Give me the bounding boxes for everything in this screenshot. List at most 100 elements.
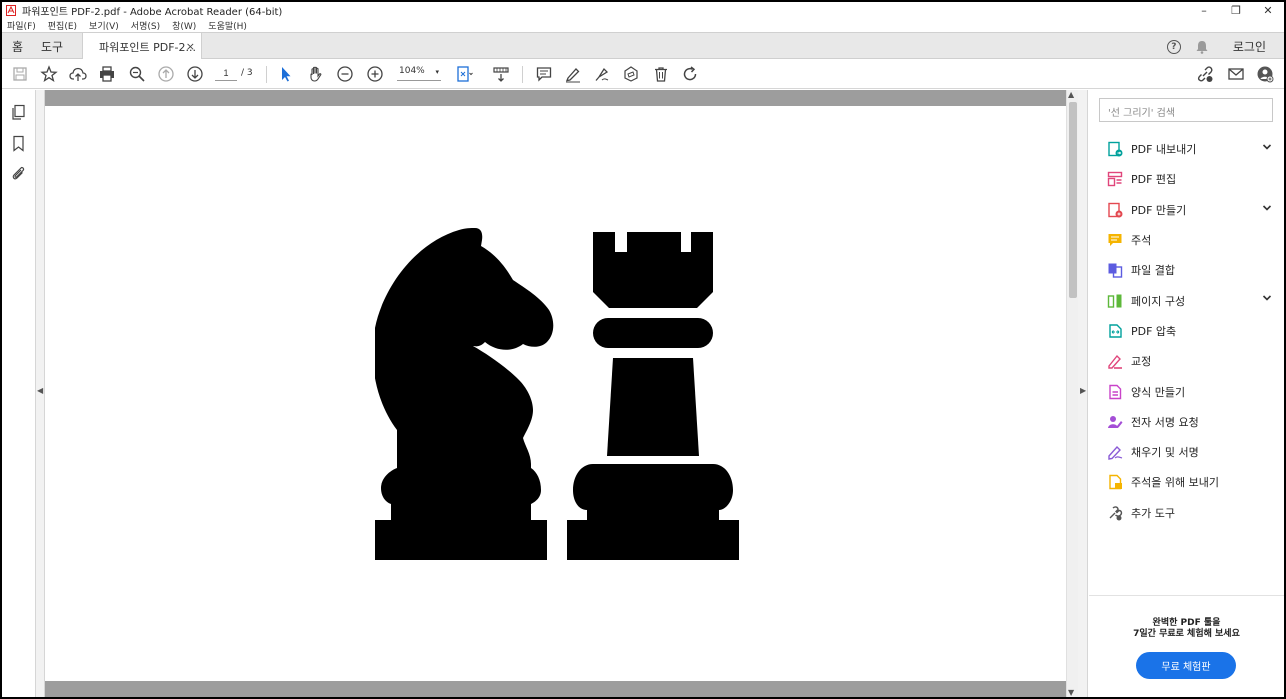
sign-button[interactable] [593,65,611,83]
menu-view[interactable]: 보기(V) [89,19,119,32]
tab-tools[interactable]: 도구 [41,38,63,55]
tool-item[interactable]: PDF 편집 [1089,164,1284,194]
page-number-input[interactable] [215,66,237,81]
right-panel-toggle[interactable]: ▶ [1078,90,1088,697]
rotate-button[interactable] [681,65,699,83]
login-link[interactable]: 로그인 [1233,38,1266,55]
scroll-down-arrow-icon[interactable]: ▼ [1068,688,1074,697]
speech-bubble-icon [536,67,552,82]
tool-item-label: 주석 [1131,234,1152,248]
page-total: / 3 [241,68,253,78]
chevron-down-icon: ▾ [435,68,439,76]
menu-bar: 파일(F) 편집(E) 보기(V) 서명(S) 창(W) 도움말(H) [2,19,1284,32]
tab-document[interactable]: 파워포인트 PDF-2... × [82,33,202,60]
zoom-level-dropdown[interactable]: 104% ▾ [397,66,441,81]
tool-search-input[interactable]: '선 그리기' 검색 [1099,98,1273,122]
tab-bar: 홈 도구 파워포인트 PDF-2... × ? 로그인 [2,32,1284,60]
maximize-button[interactable]: ❐ [1220,2,1252,19]
left-panel-toggle[interactable]: ◀ [36,90,45,697]
envelope-icon [1228,68,1244,80]
fill-sign-icon [1108,446,1123,460]
menu-sign[interactable]: 서명(S) [131,19,160,32]
bell-icon[interactable] [1195,40,1209,54]
bookmark-icon[interactable] [10,135,27,152]
vertical-scrollbar[interactable]: ▲ ▼ [1066,90,1078,697]
close-tab-button[interactable]: × [186,40,195,53]
tool-item-label: 파일 결합 [1131,264,1175,278]
tool-item-label: 교정 [1131,355,1152,369]
create-pdf-icon [1108,202,1123,218]
save-button[interactable] [11,65,29,83]
tool-item[interactable]: 추가 도구 [1089,498,1284,528]
delete-button[interactable] [652,65,670,83]
minimize-button[interactable]: – [1188,2,1220,19]
previous-page-button[interactable] [157,65,175,83]
tool-list: PDF 내보내기 PDF 편집 PDF 만들기주석파일 결합페이지 구성 PDF 압축… [1089,134,1284,528]
combine-files-icon [1108,263,1123,279]
account-button[interactable] [1256,65,1274,83]
scroll-thumb[interactable] [1069,102,1077,298]
acrobat-window: 파워포인트 PDF-2.pdf - Adobe Acrobat Reader (… [2,2,1284,697]
tool-item[interactable]: 전자 서명 요청 [1089,407,1284,437]
help-icon[interactable]: ? [1166,39,1181,54]
print-button[interactable] [98,65,116,83]
menu-edit[interactable]: 편집(E) [48,19,77,32]
fit-page-icon [457,66,473,82]
chevron-down-icon[interactable] [1262,293,1272,303]
acrobat-app-icon [6,5,16,16]
tool-item[interactable]: PDF 압축 [1089,316,1284,346]
document-viewport[interactable] [45,90,1066,697]
tool-item[interactable]: 페이지 구성 [1089,285,1284,315]
email-button[interactable] [1227,65,1245,83]
next-page-button[interactable] [186,65,204,83]
tool-item[interactable]: PDF 만들기 [1089,195,1284,225]
arrow-up-circle-icon [158,66,174,82]
left-navigation-rail [2,90,36,697]
hand-tool-button[interactable] [307,65,325,83]
scroll-mode-button[interactable] [492,65,510,83]
bookmark-star-button[interactable] [40,65,58,83]
prepare-form-icon [1109,384,1122,399]
chevron-down-icon[interactable] [1262,142,1272,152]
stamp-button[interactable] [622,65,640,83]
upload-button[interactable] [69,65,87,83]
promo-line-1: 완벽한 PDF 툴을 [1152,618,1221,628]
zoom-in-button[interactable] [366,65,384,83]
paperclip-icon[interactable] [10,165,27,182]
tool-item-label: 주석을 위해 보내기 [1131,476,1219,490]
tool-item-label: 채우기 및 서명 [1131,446,1199,460]
redact-icon [1108,355,1122,370]
promo-text: 완벽한 PDF 툴을 7일간 무료로 체험해 보세요 [1089,618,1284,640]
tool-item[interactable]: 양식 만들기 [1089,376,1284,406]
toolbar-separator [522,66,523,83]
tool-item[interactable]: 주석을 위해 보내기 [1089,467,1284,497]
fountain-pen-icon [595,67,609,81]
user-plus-icon [1257,66,1274,83]
menu-window[interactable]: 창(W) [172,19,196,32]
tool-item[interactable]: 주석 [1089,225,1284,255]
free-trial-button[interactable]: 무료 체험판 [1136,652,1236,679]
collapse-right-icon: ▶ [1080,386,1087,395]
highlight-button[interactable] [564,65,582,83]
tool-item[interactable]: PDF 내보내기 [1089,134,1284,164]
toolbar-separator [266,66,267,83]
menu-help[interactable]: 도움말(H) [208,19,247,32]
comment-button[interactable] [535,65,553,83]
tool-item-label: 페이지 구성 [1131,294,1186,308]
zoom-search-button[interactable] [128,65,146,83]
page-thumbnails-icon[interactable] [10,104,27,121]
share-link-button[interactable] [1196,65,1214,83]
tool-item[interactable]: 파일 결합 [1089,255,1284,285]
close-window-button[interactable]: ✕ [1252,2,1284,19]
tab-home[interactable]: 홈 [12,38,23,55]
page-fit-button[interactable] [455,65,473,83]
tool-item[interactable]: 교정 [1089,346,1284,376]
tool-item[interactable]: 채우기 및 서명 [1089,437,1284,467]
zoom-out-button[interactable] [336,65,354,83]
chess-pieces-image [375,228,739,560]
trial-promo: 완벽한 PDF 툴을 7일간 무료로 체험해 보세요 무료 체험판 [1089,595,1284,697]
select-tool-button[interactable] [277,65,295,83]
chevron-down-icon[interactable] [1262,203,1272,213]
menu-file[interactable]: 파일(F) [7,19,36,32]
scroll-up-arrow-icon[interactable]: ▲ [1068,90,1074,99]
